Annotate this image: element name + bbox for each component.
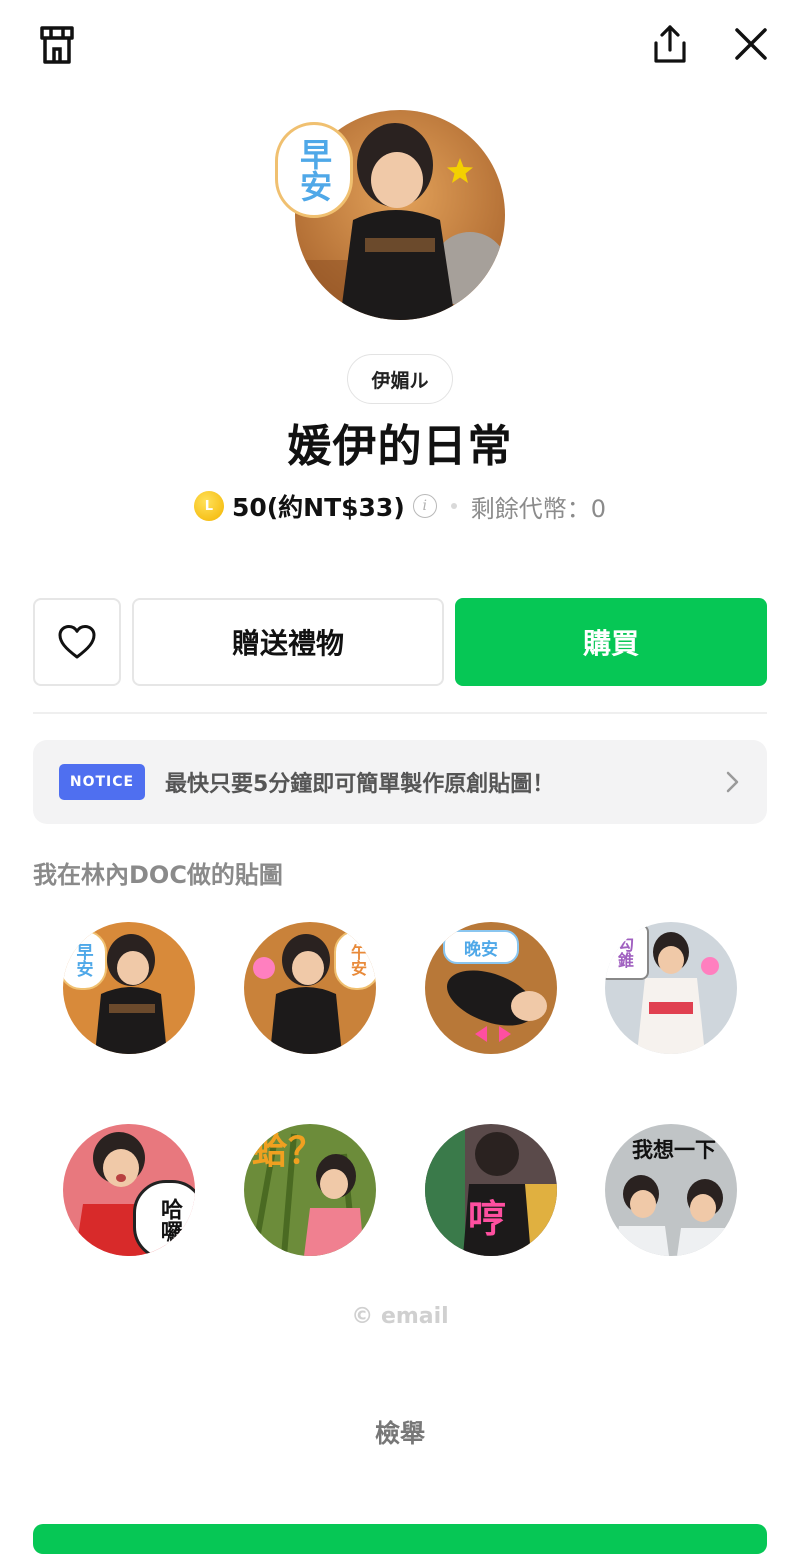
line-coin-icon: L	[193, 491, 224, 521]
star-icon	[447, 158, 473, 183]
sticker-caption-text: 哈囉	[157, 1198, 182, 1242]
author-name: 伊媚ル	[371, 369, 429, 392]
coin-balance: 剩餘代幣：0	[470, 494, 607, 523]
report-link[interactable]: 檢舉	[0, 1414, 800, 1450]
sticker-caption: 勾錐	[605, 924, 649, 980]
info-glyph: i	[422, 498, 427, 514]
sticker-caption: 哈囉	[133, 1180, 195, 1256]
sticker-caption-text: 我想一下	[632, 1138, 716, 1162]
sticker-pack-cover: 早安	[273, 108, 513, 323]
share-icon[interactable]	[646, 20, 694, 68]
sticker-grid: 早安 午安 晚安 勾錐 哈囉 蛤？ 哼 我想一下	[63, 922, 743, 1262]
separator-dot	[450, 503, 457, 509]
sticker-caption-text: 晚安	[464, 939, 498, 960]
divider	[33, 712, 767, 714]
sticker-caption-text: 蛤？	[252, 1131, 325, 1172]
bottom-action-bar[interactable]	[33, 1524, 767, 1554]
section-title: 我在林內DOC做的貼圖	[33, 861, 283, 889]
sticker-item[interactable]: 哼	[425, 1124, 557, 1256]
sticker-caption: 早安	[63, 930, 107, 990]
notice-text: 最快只要5分鐘即可簡單製作原創貼圖！	[165, 772, 555, 797]
sticker-item[interactable]: 蛤？	[244, 1124, 376, 1256]
notice-banner[interactable]: NOTICE 最快只要5分鐘即可簡單製作原創貼圖！	[33, 740, 767, 824]
page-title: 媛伊的日常	[287, 421, 513, 472]
sticker-caption: 哼	[457, 1190, 517, 1241]
sticker-item[interactable]: 午安	[244, 922, 376, 1054]
sticker-caption: 晚安	[443, 930, 519, 964]
sticker-caption-text: 午安	[348, 944, 367, 976]
cover-sticker-caption: 早安	[275, 122, 353, 218]
price-row: L 50(約NT$33) i 剩餘代幣：0	[0, 484, 800, 528]
sticker-item[interactable]: 哈囉	[63, 1124, 195, 1256]
sticker-item[interactable]: 勾錐	[605, 922, 737, 1054]
sticker-caption-text: 早安	[72, 943, 93, 977]
sticker-item[interactable]: 晚安	[425, 922, 557, 1054]
info-icon[interactable]: i	[412, 494, 437, 518]
sticker-caption-text: 哼	[467, 1196, 506, 1241]
heart-icon	[58, 625, 96, 659]
buy-button[interactable]: 購買	[455, 598, 767, 686]
cover-caption-text: 早安	[295, 138, 333, 202]
coin-letter: L	[204, 498, 214, 514]
notice-badge: NOTICE	[59, 764, 145, 800]
price-text: 50(約NT$33)	[231, 493, 405, 522]
gift-button-label: 贈送禮物	[231, 627, 344, 660]
sticker-caption-text: 勾錐	[615, 936, 634, 968]
sticker-item[interactable]: 我想一下	[605, 1124, 737, 1256]
sticker-caption: 蛤？	[252, 1126, 342, 1172]
sticker-caption: 我想一下	[611, 1134, 737, 1164]
sticker-item[interactable]: 早安	[63, 922, 195, 1054]
action-buttons: 贈送禮物 購買	[33, 598, 767, 688]
sticker-caption: 午安	[334, 930, 376, 990]
shop-icon[interactable]	[34, 22, 80, 68]
close-icon[interactable]	[727, 20, 775, 68]
gift-button[interactable]: 贈送禮物	[132, 598, 444, 686]
copyright-text: © email	[351, 1304, 449, 1329]
chevron-right-icon	[726, 771, 739, 793]
top-bar	[0, 0, 800, 90]
favorite-button[interactable]	[33, 598, 121, 686]
notice-badge-label: NOTICE	[69, 774, 135, 790]
buy-button-label: 購買	[582, 627, 639, 660]
author-button[interactable]: 伊媚ル	[347, 354, 453, 404]
